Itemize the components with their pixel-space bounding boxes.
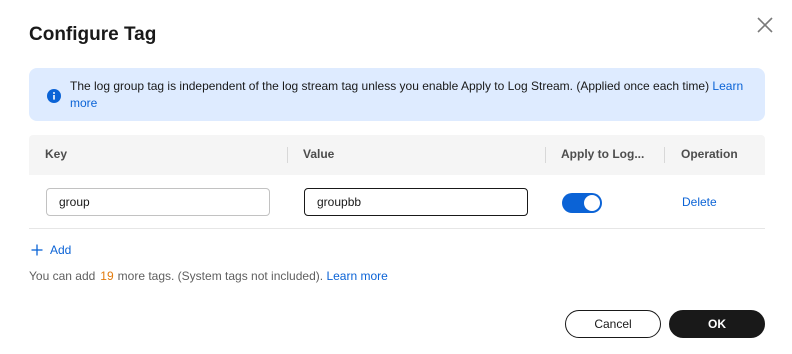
column-header-key: Key bbox=[45, 147, 68, 161]
notice-text: The log group tag is independent of the … bbox=[70, 78, 750, 112]
column-divider bbox=[664, 147, 665, 163]
column-divider bbox=[287, 147, 288, 163]
table-header: Key Value Apply to Log... Operation bbox=[29, 135, 765, 175]
hint-suffix: more tags. (System tags not included). bbox=[117, 269, 324, 283]
toggle-knob bbox=[584, 195, 600, 211]
hint-prefix: You can add bbox=[29, 269, 96, 283]
column-divider bbox=[545, 147, 546, 163]
table-row: group groupbb Delete bbox=[29, 175, 765, 229]
add-tag-label: Add bbox=[50, 243, 72, 257]
notice-message: The log group tag is independent of the … bbox=[70, 79, 710, 93]
close-icon[interactable] bbox=[754, 14, 776, 36]
apply-to-log-stream-toggle[interactable] bbox=[562, 193, 602, 213]
plus-icon bbox=[31, 244, 43, 256]
tag-table: Key Value Apply to Log... Operation grou… bbox=[29, 135, 765, 229]
tag-value-input[interactable]: groupbb bbox=[304, 188, 528, 216]
column-header-value: Value bbox=[303, 147, 335, 161]
configure-tag-dialog: Configure Tag The log group tag is indep… bbox=[0, 0, 792, 354]
tag-quota-hint: You can add 19 more tags. (System tags not… bbox=[29, 269, 388, 283]
cancel-button[interactable]: Cancel bbox=[565, 310, 661, 338]
ok-button[interactable]: OK bbox=[669, 310, 765, 338]
dialog-title: Configure Tag bbox=[29, 24, 157, 45]
tag-key-input[interactable]: group bbox=[46, 188, 270, 216]
hint-learn-more-link[interactable]: Learn more bbox=[326, 269, 387, 283]
add-tag-button[interactable]: Add bbox=[31, 241, 71, 259]
delete-tag-link[interactable]: Delete bbox=[682, 195, 717, 209]
column-header-operation: Operation bbox=[681, 147, 738, 161]
column-header-apply-to-log-stream: Apply to Log... bbox=[561, 147, 645, 161]
info-icon bbox=[47, 89, 61, 103]
remaining-tag-count: 19 bbox=[100, 269, 114, 283]
info-notice: The log group tag is independent of the … bbox=[29, 68, 765, 121]
